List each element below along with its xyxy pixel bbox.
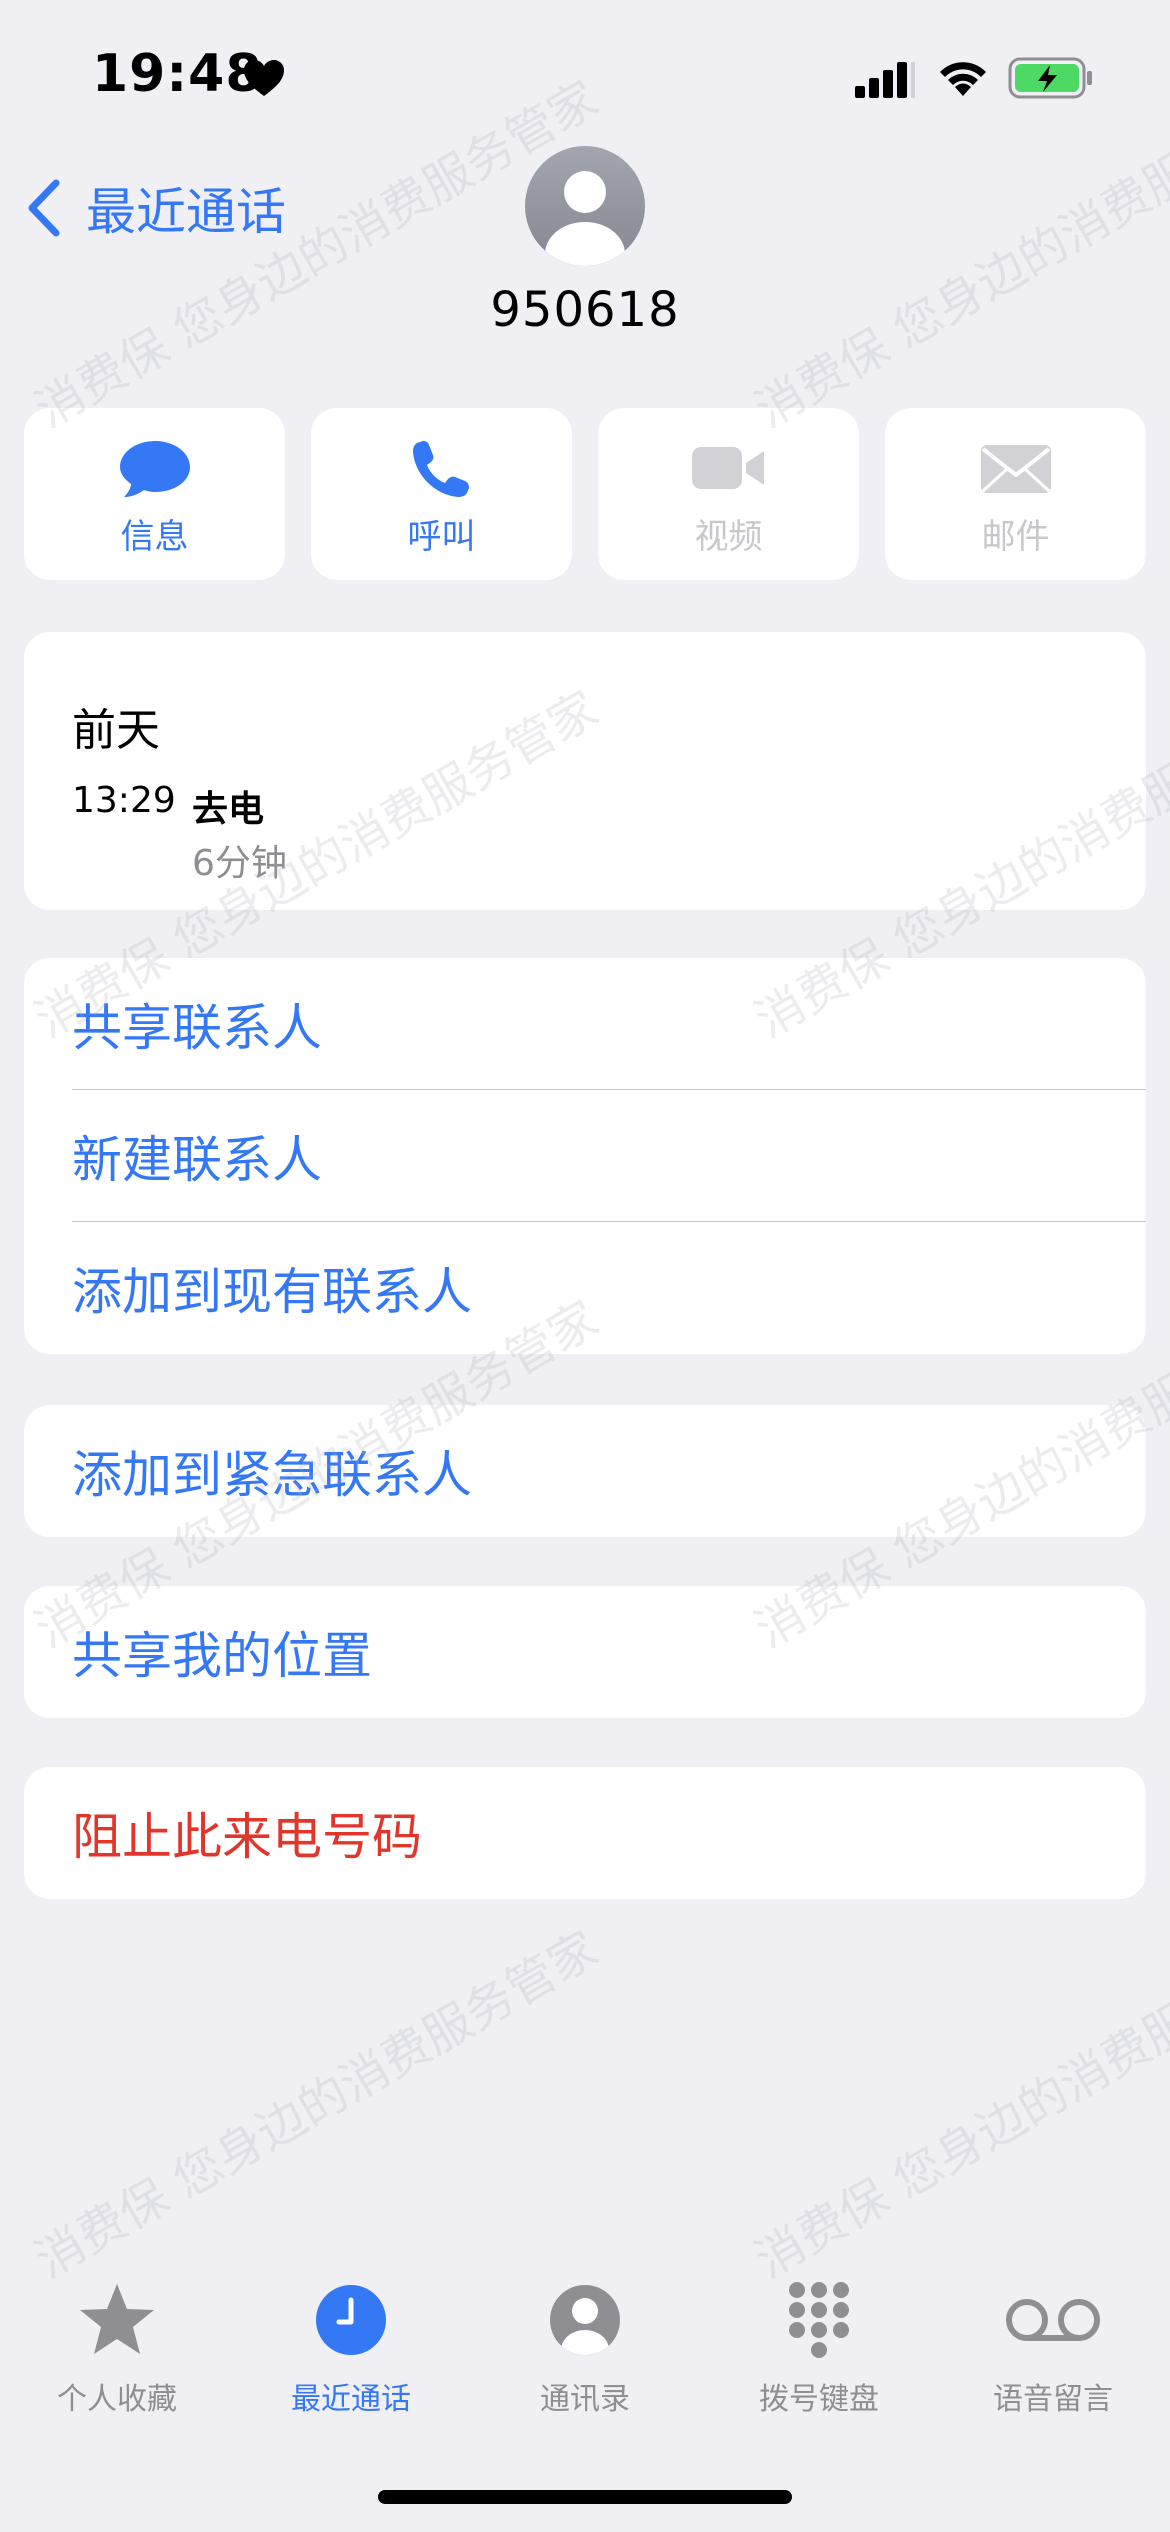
tab-contacts-label: 通讯录 bbox=[540, 2382, 630, 2417]
star-icon bbox=[80, 2284, 154, 2354]
wifi-icon bbox=[940, 62, 986, 96]
call-button[interactable]: 呼叫 bbox=[311, 408, 572, 580]
call-history-card: 前天 13:29 去电 6分钟 bbox=[24, 632, 1146, 910]
tab-favorites[interactable]: 个人收藏 bbox=[0, 2280, 234, 2430]
message-button[interactable]: 信息 bbox=[24, 408, 285, 580]
location-card: 共享我的位置 bbox=[24, 1586, 1146, 1718]
clock-icon bbox=[316, 2285, 386, 2355]
person-circle-icon bbox=[550, 2285, 620, 2355]
watermark-text: 消费保 您身边的消费服务管家 bbox=[746, 1920, 1170, 2289]
status-bar: 19:48 bbox=[0, 0, 1170, 150]
history-duration: 6分钟 bbox=[192, 843, 287, 884]
video-camera-icon bbox=[691, 446, 764, 489]
call-label: 呼叫 bbox=[407, 516, 476, 557]
tab-keypad-label: 拨号键盘 bbox=[759, 2382, 879, 2417]
history-call-type: 去电 bbox=[192, 789, 265, 830]
block-card: 阻止此来电号码 bbox=[24, 1767, 1146, 1899]
contact-options-card: 共享联系人 新建联系人 添加到现有联系人 bbox=[24, 958, 1146, 1354]
mail-label: 邮件 bbox=[981, 516, 1050, 557]
contact-number: 950618 bbox=[490, 282, 680, 338]
battery-charging-icon bbox=[1008, 57, 1092, 99]
contact-detail-screen: 19:48 最近通话 950618 信息 呼叫 视频 邮件 前天 13:29 去… bbox=[0, 0, 1170, 2532]
watermark-text: 消费保 您身边的消费服务管家 bbox=[26, 1920, 608, 2289]
back-label: 最近通话 bbox=[86, 183, 286, 241]
tab-contacts[interactable]: 通讯录 bbox=[468, 2280, 702, 2430]
tab-voicemail[interactable]: 语音留言 bbox=[936, 2280, 1170, 2430]
share-contact-button[interactable]: 共享联系人 bbox=[24, 958, 1146, 1090]
home-indicator bbox=[378, 2490, 792, 2504]
add-emergency-contact-button[interactable]: 添加到紧急联系人 bbox=[24, 1405, 1146, 1537]
tab-voicemail-label: 语音留言 bbox=[993, 2382, 1113, 2417]
video-label: 视频 bbox=[694, 516, 763, 557]
keypad-icon bbox=[789, 2282, 849, 2358]
chevron-left-icon bbox=[28, 179, 60, 237]
tab-recents-label: 最近通话 bbox=[291, 2382, 411, 2417]
message-bubble-icon bbox=[119, 440, 190, 497]
tab-bar: 个人收藏 最近通话 通讯录 拨号键盘 语音留言 bbox=[0, 2280, 1170, 2430]
cellular-signal-icon bbox=[855, 62, 915, 98]
tab-favorites-label: 个人收藏 bbox=[57, 2382, 177, 2417]
video-button[interactable]: 视频 bbox=[598, 408, 859, 580]
history-time: 13:29 bbox=[72, 780, 176, 821]
contact-avatar bbox=[525, 146, 645, 266]
history-day: 前天 bbox=[72, 705, 160, 756]
tab-recents[interactable]: 最近通话 bbox=[234, 2280, 468, 2430]
share-location-button[interactable]: 共享我的位置 bbox=[24, 1586, 1146, 1718]
status-time: 19:48 bbox=[92, 44, 263, 104]
message-label: 信息 bbox=[120, 516, 189, 557]
emergency-card: 添加到紧急联系人 bbox=[24, 1405, 1146, 1537]
envelope-icon bbox=[980, 444, 1051, 493]
block-caller-button[interactable]: 阻止此来电号码 bbox=[24, 1767, 1146, 1899]
heart-icon bbox=[244, 60, 284, 96]
phone-icon bbox=[412, 440, 469, 497]
action-row: 信息 呼叫 视频 邮件 bbox=[24, 408, 1146, 580]
add-to-existing-contact-button[interactable]: 添加到现有联系人 bbox=[24, 1222, 1146, 1354]
tab-keypad[interactable]: 拨号键盘 bbox=[702, 2280, 936, 2430]
create-contact-button[interactable]: 新建联系人 bbox=[24, 1090, 1146, 1222]
back-button[interactable]: 最近通话 bbox=[24, 168, 286, 248]
voicemail-icon bbox=[1006, 2299, 1100, 2341]
mail-button[interactable]: 邮件 bbox=[885, 408, 1146, 580]
